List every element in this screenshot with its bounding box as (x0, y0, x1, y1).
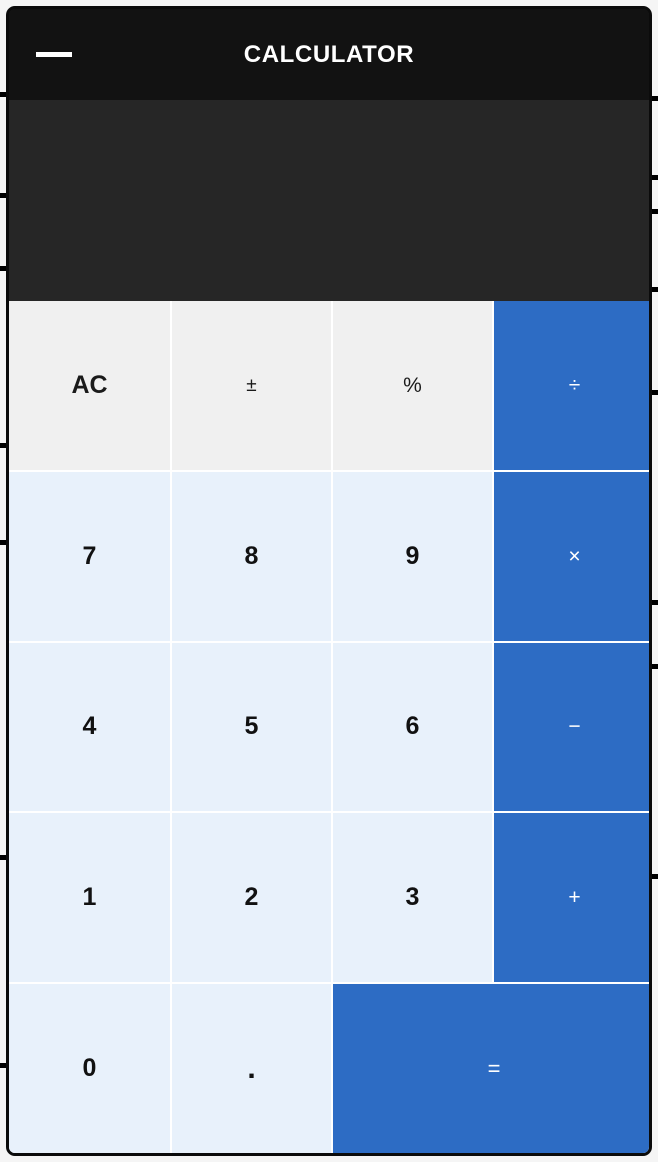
key-add[interactable]: + (494, 813, 649, 983)
key-0[interactable]: 0 (9, 984, 170, 1153)
minimize-button[interactable] (36, 9, 92, 100)
key-3[interactable]: 3 (333, 813, 492, 983)
key-multiply[interactable]: × (494, 471, 649, 641)
key-subtract[interactable]: − (494, 642, 649, 812)
key-4[interactable]: 4 (9, 642, 170, 812)
key-9[interactable]: 9 (333, 471, 492, 641)
key-all-clear[interactable]: AC (9, 301, 170, 470)
key-7[interactable]: 7 (9, 471, 170, 641)
key-1[interactable]: 1 (9, 813, 170, 983)
calculator-keypad: AC ±% ÷ 7 8 9 × 4 5 6− 1 2 3 +0. = (9, 301, 649, 1153)
window-title: CALCULATOR (243, 40, 415, 68)
calculator-window: CALCULATOR AC ±% ÷ 7 8 9 × 4 5 6− 1 2 3 +0. = (6, 6, 652, 1156)
key-divide[interactable]: ÷ (494, 301, 649, 470)
key-sign-toggle[interactable]: ± (172, 301, 331, 470)
key-5[interactable]: 5 (172, 642, 331, 812)
window-titlebar: CALCULATOR (9, 9, 649, 100)
minimize-icon (36, 52, 72, 57)
key-2[interactable]: 2 (172, 813, 331, 983)
key-equals[interactable]: = (333, 984, 649, 1153)
key-percent[interactable]: % (333, 301, 492, 470)
key-6[interactable]: 6 (333, 642, 492, 812)
key-decimal[interactable]: . (172, 984, 331, 1153)
key-8[interactable]: 8 (172, 471, 331, 641)
calculator-display (9, 100, 649, 301)
